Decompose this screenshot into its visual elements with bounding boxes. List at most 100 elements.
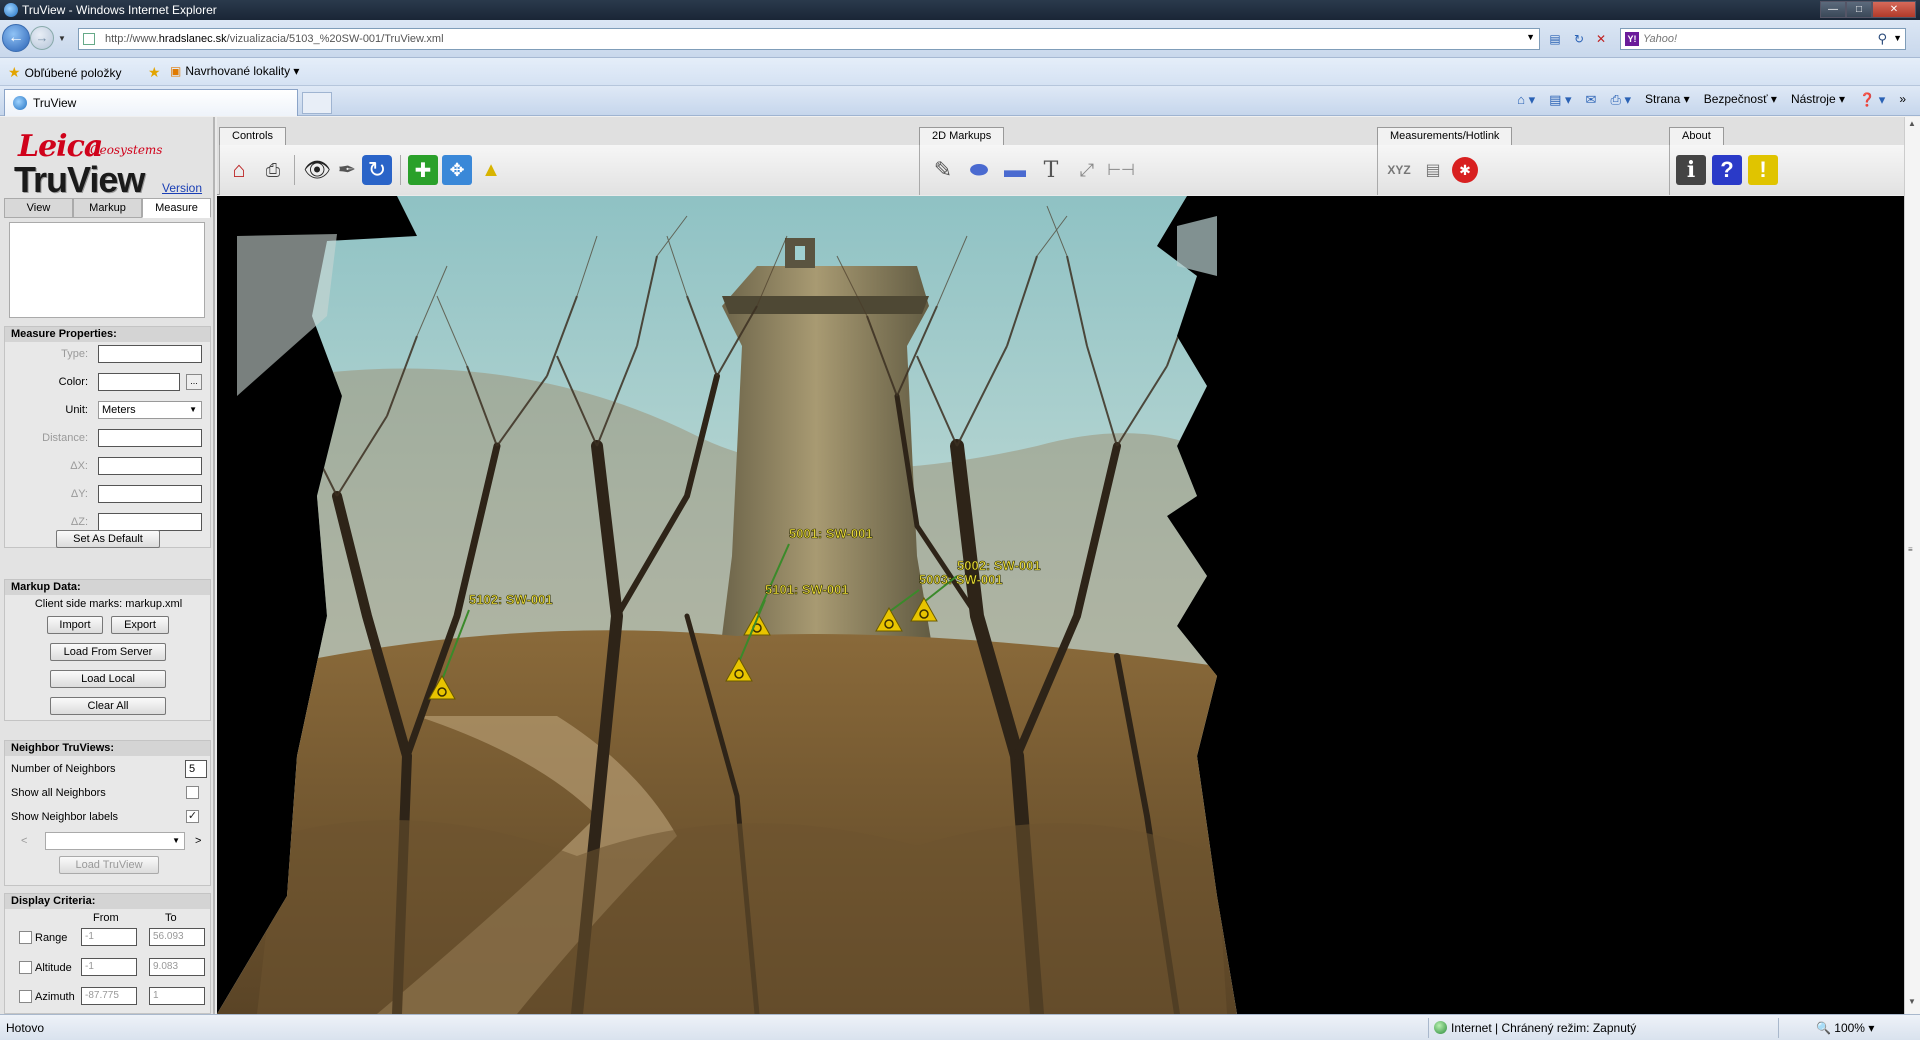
color-picker-button[interactable]: ... <box>186 374 202 390</box>
info-icon[interactable]: i <box>1676 155 1706 185</box>
dy-field[interactable] <box>98 485 202 503</box>
url-input[interactable]: http://www.hradslanec.sk/vizualizacia/51… <box>78 28 1540 50</box>
feeds-icon[interactable]: ▤ ▾ <box>1549 92 1571 108</box>
section-title: Markup Data: <box>5 580 210 595</box>
clear-all-button[interactable]: Clear All <box>50 697 166 715</box>
new-tab-button[interactable] <box>302 92 332 114</box>
show-neighbor-labels-checkbox[interactable]: ✓ <box>186 810 199 823</box>
maximize-button[interactable]: □ <box>1846 1 1872 18</box>
dz-field[interactable] <box>98 513 202 531</box>
page-scrollbar[interactable]: ▲ ≡ ▼ <box>1904 117 1920 1014</box>
search-icon[interactable]: ⚲ <box>1877 31 1887 47</box>
pan-icon[interactable]: ✥ <box>442 155 472 185</box>
range-from-field[interactable]: -1 <box>81 928 137 946</box>
measurements-tab[interactable]: Measurements/Hotlink <box>1377 127 1513 145</box>
panorama-viewer[interactable]: 5001: SW-001 5002: SW-001 5003: SW-001 5101… <box>217 196 1904 1014</box>
dimension-icon[interactable]: ⊢⊣ <box>1106 155 1136 185</box>
print-view-icon[interactable]: ⎙ <box>258 155 288 185</box>
show-all-neighbors-checkbox[interactable] <box>186 786 199 799</box>
pen-icon[interactable]: ✒ <box>332 155 362 185</box>
print-icon[interactable]: ⎙ ▾ <box>1610 92 1631 108</box>
load-from-server-button[interactable]: Load From Server <box>50 643 166 661</box>
controls-tab[interactable]: Controls <box>219 127 286 145</box>
freehand-icon[interactable]: ✎ <box>928 155 958 185</box>
color-field[interactable] <box>98 373 180 391</box>
load-local-button[interactable]: Load Local <box>50 670 166 688</box>
add-favorite-icon[interactable]: ★ <box>148 64 165 81</box>
set-as-default-button[interactable]: Set As Default <box>56 530 160 548</box>
dx-field[interactable] <box>98 457 202 475</box>
eye-icon[interactable]: 👁 <box>302 155 332 185</box>
stop-icon[interactable]: ✕ <box>1592 30 1610 48</box>
search-input[interactable] <box>1643 31 1873 47</box>
url-dropdown-icon[interactable]: ▼ <box>1526 32 1535 42</box>
unit-select[interactable]: Meters ▼ <box>98 401 202 419</box>
neighbor-select[interactable]: ▼ <box>45 832 185 850</box>
altitude-to-field[interactable]: 9.083 <box>149 958 205 976</box>
version-link[interactable]: Version <box>162 181 202 195</box>
next-neighbor-button[interactable]: > <box>195 835 201 847</box>
distance-field[interactable] <box>98 429 202 447</box>
security-zone[interactable]: Internet | Chránený režim: Zapnutý <box>1434 1021 1636 1035</box>
altitude-from-field[interactable]: -1 <box>81 958 137 976</box>
azimuth-checkbox[interactable] <box>19 990 32 1003</box>
delete-measure-icon[interactable]: ✱ <box>1452 157 1478 183</box>
tools-menu[interactable]: Nástroje ▾ <box>1791 92 1845 108</box>
help-icon[interactable]: ❓ ▾ <box>1859 92 1885 108</box>
zoom-level[interactable]: 🔍 100% ▾ <box>1816 1021 1874 1035</box>
export-button[interactable]: Export <box>111 616 169 634</box>
scroll-up-icon[interactable]: ▲ <box>1908 119 1916 128</box>
range-checkbox[interactable] <box>19 931 32 944</box>
measurement-list[interactable] <box>9 222 205 318</box>
show-neighbor-labels-label: Show Neighbor labels <box>11 811 119 823</box>
search-field[interactable]: Y! ⚲ ▼ <box>1620 28 1906 50</box>
marker-label[interactable]: 5102: SW-001 <box>469 592 553 608</box>
refresh-icon[interactable]: ↻ <box>1570 30 1588 48</box>
tab-truview[interactable]: TruView <box>4 89 298 116</box>
range-to-field[interactable]: 56.093 <box>149 928 205 946</box>
home-icon[interactable]: ⌂ ▾ <box>1517 92 1535 108</box>
search-dropdown-icon[interactable]: ▼ <box>1893 33 1902 43</box>
hotlink-marker-icon[interactable]: ▲ <box>476 155 506 185</box>
hotlink-marker[interactable]: 5102: SW-001 <box>217 196 1904 1014</box>
about-tab[interactable]: About <box>1669 127 1724 145</box>
safety-menu[interactable]: Bezpečnosť ▾ <box>1704 92 1777 108</box>
import-button[interactable]: Import <box>47 616 103 634</box>
home-view-icon[interactable]: ⌂ <box>224 155 254 185</box>
back-button[interactable]: ← <box>2 24 30 52</box>
forward-button[interactable]: → <box>30 26 54 50</box>
load-truview-button[interactable]: Load TruView <box>59 856 159 874</box>
marker-leader-line <box>441 609 470 681</box>
arrow-icon[interactable]: ⤢ <box>1072 155 1102 185</box>
altitude-checkbox[interactable] <box>19 961 32 974</box>
previous-neighbor-button[interactable]: < <box>21 835 27 847</box>
azimuth-from-field[interactable]: -87.775 <box>81 987 137 1005</box>
suggested-sites-button[interactable]: ▣ Navrhované lokality ▾ <box>170 64 299 78</box>
tab-view[interactable]: View <box>4 198 73 218</box>
neighbor-count-field[interactable]: 5 <box>185 760 207 778</box>
page-menu[interactable]: Strana ▾ <box>1645 92 1690 108</box>
zoom-in-icon[interactable]: ✚ <box>408 155 438 185</box>
tab-measure[interactable]: Measure <box>142 198 211 218</box>
xyz-icon[interactable]: XYZ <box>1384 155 1414 185</box>
type-field[interactable] <box>98 345 202 363</box>
azimuth-to-field[interactable]: 1 <box>149 987 205 1005</box>
text-icon[interactable]: T <box>1036 155 1066 185</box>
history-dropdown-icon[interactable]: ▼ <box>58 34 66 43</box>
favorites-button[interactable]: ★ Obľúbené položky <box>8 64 121 81</box>
tab-markup[interactable]: Markup <box>73 198 142 218</box>
minimize-button[interactable]: — <box>1820 1 1846 18</box>
ellipse-icon[interactable]: ⬬ <box>964 155 994 185</box>
mail-icon[interactable]: ✉ <box>1586 92 1597 108</box>
close-window-button[interactable]: ✕ <box>1872 1 1916 18</box>
rectangle-icon[interactable]: ▬ <box>1000 155 1030 185</box>
sync-icon[interactable]: ↻ <box>362 155 392 185</box>
ruler-icon[interactable]: ▤ <box>1418 155 1448 185</box>
toolbar-overflow-icon[interactable]: » <box>1899 92 1906 108</box>
scroll-down-icon[interactable]: ▼ <box>1908 997 1916 1006</box>
help-icon[interactable]: ? <box>1712 155 1742 185</box>
warning-icon[interactable]: ! <box>1748 155 1778 185</box>
scroll-grip-icon[interactable]: ≡ <box>1908 545 1913 554</box>
compatibility-view-icon[interactable]: ▤ <box>1546 30 1564 48</box>
markups-tab[interactable]: 2D Markups <box>919 127 1005 145</box>
